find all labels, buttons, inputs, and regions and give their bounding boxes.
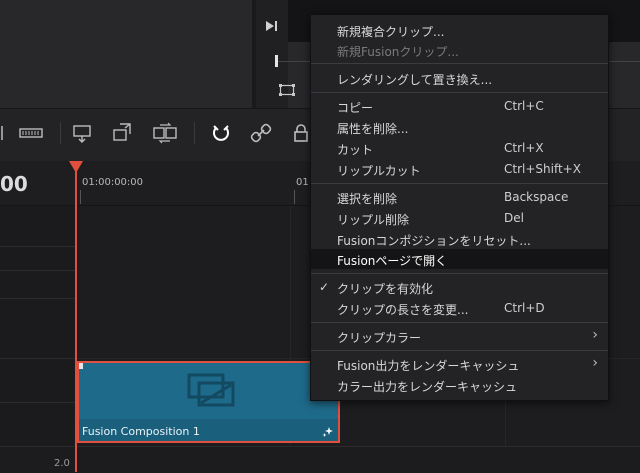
menu-separator — [311, 183, 608, 184]
linked-selection-icon[interactable] — [248, 120, 274, 146]
menu-item-label: カラー出力をレンダーキャッシュ — [337, 380, 518, 394]
menu-item-label: カット — [337, 143, 374, 157]
insert-clip-icon[interactable] — [70, 120, 96, 146]
menu-item-label: 新規Fusionクリップ... — [337, 45, 459, 59]
check-icon: ✓ — [319, 280, 330, 294]
go-to-end-icon[interactable] — [265, 20, 279, 32]
timeline-timecode: 00 — [0, 172, 28, 196]
chevron-right-icon: › — [592, 355, 598, 371]
ruler-tick — [80, 190, 81, 204]
zoom-level: 2.0 — [54, 458, 70, 469]
menu-item-shortcut: Ctrl+Shift+X — [504, 162, 581, 176]
menu-item-ripple-delete[interactable]: リップル削除 Del — [311, 208, 608, 228]
menu-item-render-replace[interactable]: レンダリングして置き換え... — [311, 68, 608, 88]
menu-item-remove-attributes[interactable]: 属性を削除... — [311, 117, 608, 137]
playhead-line[interactable] — [75, 168, 77, 472]
toolbar-divider — [194, 122, 195, 144]
edit-mode-icon[interactable] — [0, 120, 20, 146]
menu-item-cut[interactable]: カット Ctrl+X — [311, 138, 608, 158]
menu-item-label: リップルカット — [337, 164, 421, 178]
menu-separator — [311, 350, 608, 351]
menu-item-clip-color[interactable]: クリップカラー › — [311, 326, 608, 346]
menu-item-delete-selected[interactable]: 選択を削除 Backspace — [311, 187, 608, 207]
fusion-effect-icon — [322, 427, 333, 437]
track-divider — [0, 270, 76, 271]
menu-item-label: 選択を削除 — [337, 192, 398, 206]
ruler-label: 01:00:00:00 — [82, 177, 144, 188]
menu-item-label: Fusionページで開く — [337, 254, 448, 268]
menu-item-shortcut: Ctrl+C — [504, 99, 544, 113]
menu-item-copy[interactable]: コピー Ctrl+C — [311, 96, 608, 116]
menu-item-label: コピー — [337, 101, 374, 115]
replace-clip-icon[interactable] — [152, 120, 178, 146]
menu-item-shortcut: Ctrl+D — [504, 301, 545, 315]
menu-item-label: レンダリングして置き換え... — [337, 73, 493, 87]
menu-item-label: クリップの長さを変更... — [337, 303, 469, 317]
menu-separator — [311, 92, 608, 93]
viewer-panel-left — [0, 0, 252, 108]
track-divider — [0, 298, 76, 299]
menu-separator — [311, 273, 608, 274]
menu-item-render-cache-fusion-output[interactable]: Fusion出力をレンダーキャッシュ › — [311, 354, 608, 374]
menu-item-shortcut: Backspace — [504, 190, 569, 204]
timeline-zoom-bar — [0, 446, 640, 473]
snapping-magnet-icon[interactable] — [208, 120, 234, 146]
menu-item-reset-fusion-composition[interactable]: Fusionコンポジションをリセット... — [311, 229, 608, 249]
clip-trim-handle[interactable] — [79, 363, 83, 369]
ruler-label: 01 — [296, 177, 309, 188]
menu-item-label: 属性を削除... — [337, 122, 409, 136]
menu-item-open-in-fusion-page[interactable]: Fusionページで開く — [311, 249, 608, 269]
timeline-clip[interactable]: Fusion Composition 1 — [77, 361, 340, 443]
menu-separator — [311, 63, 608, 64]
menu-item-new-compound-clip[interactable]: 新規複合クリップ... — [311, 20, 608, 40]
overwrite-clip-icon[interactable] — [111, 120, 137, 146]
track-divider — [0, 246, 76, 247]
menu-item-new-fusion-clip: 新規Fusionクリップ... — [311, 40, 608, 60]
menu-item-label: クリップを有効化 — [337, 282, 434, 296]
menu-item-label: Fusion出力をレンダーキャッシュ — [337, 359, 520, 373]
menu-item-shortcut: Ctrl+X — [504, 141, 544, 155]
menu-separator — [311, 322, 608, 323]
menu-item-label: Fusionコンポジションをリセット... — [337, 234, 531, 248]
menu-item-enable-clip[interactable]: ✓ クリップを有効化 — [311, 277, 608, 297]
clip-footer: Fusion Composition 1 — [79, 419, 338, 441]
playhead-marker[interactable] — [69, 161, 83, 173]
track-divider — [0, 402, 76, 403]
menu-item-label: 新規複合クリップ... — [337, 25, 445, 39]
ruler-tick — [294, 190, 295, 204]
menu-item-render-cache-color-output[interactable]: カラー出力をレンダーキャッシュ — [311, 375, 608, 395]
toolbar-divider — [60, 122, 61, 144]
menu-item-change-clip-duration[interactable]: クリップの長さを変更... Ctrl+D — [311, 298, 608, 318]
chevron-right-icon: › — [592, 327, 598, 343]
filmstrip-icon[interactable] — [18, 120, 44, 146]
context-menu: 新規複合クリップ... 新規Fusionクリップ... レンダリングして置き換え… — [310, 14, 609, 401]
fusion-composition-icon — [187, 373, 235, 407]
menu-item-label: リップル削除 — [337, 213, 410, 227]
menu-item-ripple-cut[interactable]: リップルカット Ctrl+Shift+X — [311, 159, 608, 179]
track-divider — [0, 358, 76, 359]
menu-item-label: クリップカラー — [337, 331, 422, 345]
clip-name: Fusion Composition 1 — [82, 425, 200, 438]
menu-item-shortcut: Del — [504, 211, 524, 225]
frame-icon[interactable] — [279, 84, 295, 96]
scrubber-handle[interactable] — [275, 55, 278, 67]
